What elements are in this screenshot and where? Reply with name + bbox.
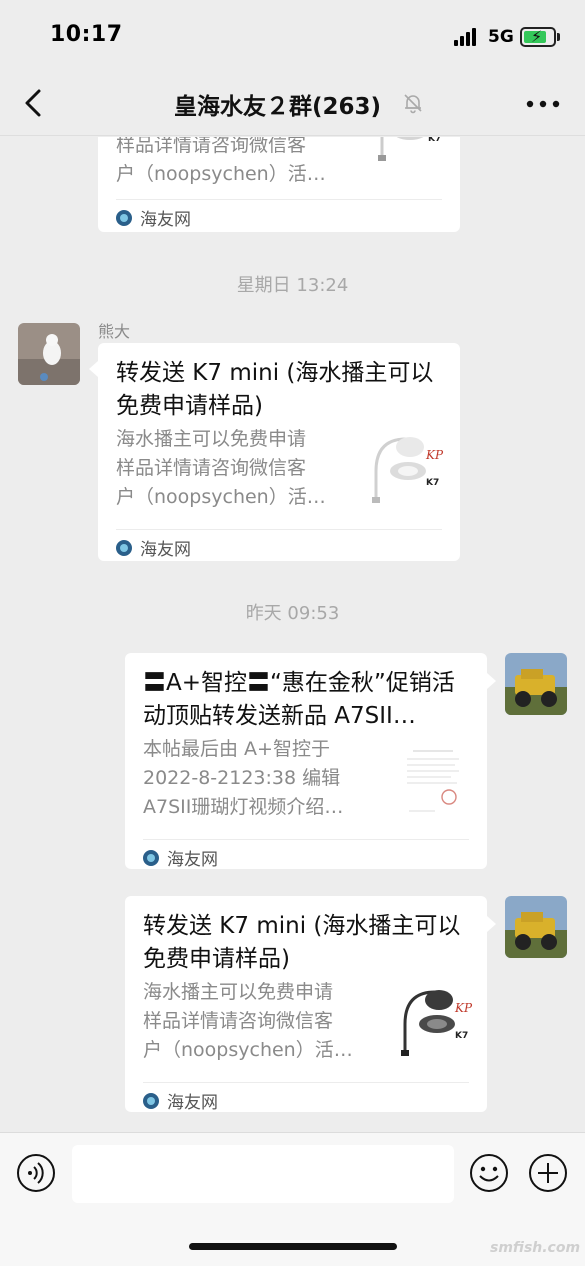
bubble-tail — [487, 673, 496, 689]
thumb-brand: KP — [454, 1001, 473, 1015]
avatar[interactable] — [505, 653, 567, 715]
card-title: 〓A+智控〓“惠在金秋”促销活动顶贴转发送新品 A7SII… — [143, 670, 455, 729]
plus-icon[interactable] — [528, 1153, 568, 1193]
card-desc-line: A7SII珊瑚灯视频介绍… — [143, 796, 344, 818]
lamp-thumbnail: KP K7 — [378, 137, 441, 161]
bubble-tail — [89, 361, 98, 377]
bubble-tail — [487, 916, 496, 932]
card-desc: 样品详情请咨询微信客 户（noopsychen）活… — [116, 137, 346, 189]
avatar-image — [18, 323, 80, 385]
home-indicator[interactable] — [189, 1243, 397, 1250]
card-source: 海友网 — [116, 205, 191, 230]
card-title: 转发送 K7 mini (海水播主可以免费申请样品) — [116, 360, 434, 419]
card-source: 海友网 — [143, 1088, 218, 1113]
signal-icon — [454, 28, 480, 46]
lamp-thumbnail: KP K7 — [372, 437, 444, 503]
card-divider — [143, 839, 469, 840]
source-logo-icon — [143, 849, 159, 866]
message-input[interactable] — [72, 1145, 454, 1203]
timestamp: 昨天 09:53 — [245, 603, 340, 624]
card-desc-line: 样品详情请咨询微信客 — [116, 137, 307, 156]
card-desc-line: 海水播主可以免费申请 — [143, 981, 334, 1003]
card-source-label: 海友网 — [167, 1093, 218, 1113]
card-desc-line: 本帖最后由 A+智控于 — [143, 738, 330, 760]
avatar-image — [505, 896, 567, 958]
emoji-icon[interactable] — [469, 1153, 509, 1193]
card-desc-line: 2022-8-2123:38 编辑 — [143, 767, 341, 789]
card-desc: 本帖最后由 A+智控于 2022-8-2123:38 编辑 A7SII珊瑚灯视频… — [143, 735, 373, 822]
link-card[interactable]: 转发送 K7 mini (海水播主可以免费申请样品) 海水播主可以免费申请 样品… — [98, 343, 460, 561]
card-divider — [116, 529, 442, 530]
card-desc: 海水播主可以免费申请 样品详情请咨询微信客 户（noopsychen）活… — [116, 425, 346, 512]
timestamp: 星期日 13:24 — [236, 275, 349, 296]
battery-cap — [557, 33, 560, 41]
nav-bar: 皇海水友２群(263) — [0, 70, 585, 136]
status-time: 10:17 — [50, 22, 123, 47]
card-desc-line: 海水播主可以免费申请 — [116, 428, 307, 450]
document-thumbnail — [401, 743, 463, 819]
thumb-model: K7 — [428, 137, 441, 144]
source-logo-icon — [116, 539, 132, 556]
message-list[interactable]: 样品详情请咨询微信客 户（noopsychen）活… KP K7 海友网 星期日… — [0, 137, 585, 1132]
card-desc-line: 样品详情请咨询微信客 — [143, 1010, 334, 1032]
link-card[interactable]: 〓A+智控〓“惠在金秋”促销活动顶贴转发送新品 A7SII… 本帖最后由 A+智… — [125, 653, 487, 870]
network-label: 5G — [488, 27, 514, 47]
avatar-image — [505, 653, 567, 715]
card-desc-line: 户（noopsychen）活… — [116, 163, 326, 185]
status-bar: 10:17 5G ⚡ — [0, 0, 585, 70]
thumb-model: K7 — [455, 1031, 468, 1041]
mute-bell-icon — [404, 94, 422, 114]
avatar[interactable] — [18, 323, 80, 385]
voice-icon[interactable] — [16, 1153, 56, 1193]
avatar[interactable] — [505, 896, 567, 958]
card-source: 海友网 — [116, 535, 191, 560]
thumb-model: K7 — [426, 478, 439, 488]
card-title: 转发送 K7 mini (海水播主可以免费申请样品) — [143, 913, 461, 972]
link-card[interactable]: 样品详情请咨询微信客 户（noopsychen）活… KP K7 海友网 — [98, 137, 460, 232]
more-icon[interactable] — [526, 99, 560, 109]
sender-name: 熊大 — [98, 322, 131, 341]
card-desc: 海水播主可以免费申请 样品详情请咨询微信客 户（noopsychen）活… — [143, 978, 373, 1065]
thumb-brand: KP — [425, 448, 444, 462]
charging-icon: ⚡ — [531, 27, 543, 46]
source-logo-icon — [116, 209, 132, 226]
card-divider — [116, 199, 442, 200]
card-source-label: 海友网 — [167, 850, 218, 870]
card-desc-line: 样品详情请咨询微信客 — [116, 457, 307, 479]
card-desc-line: 户（noopsychen）活… — [116, 486, 326, 508]
card-source-label: 海友网 — [140, 210, 191, 230]
lamp-thumbnail: KP K7 — [401, 990, 473, 1056]
card-desc-line: 户（noopsychen）活… — [143, 1039, 353, 1061]
source-logo-icon — [143, 1092, 159, 1109]
watermark: smfish.com — [490, 1240, 581, 1256]
card-divider — [143, 1082, 469, 1083]
card-source: 海友网 — [143, 845, 218, 870]
chat-title: 皇海水友２群(263) — [173, 94, 382, 120]
link-card[interactable]: 转发送 K7 mini (海水播主可以免费申请样品) 海水播主可以免费申请 样品… — [125, 896, 487, 1113]
card-source-label: 海友网 — [140, 540, 191, 560]
